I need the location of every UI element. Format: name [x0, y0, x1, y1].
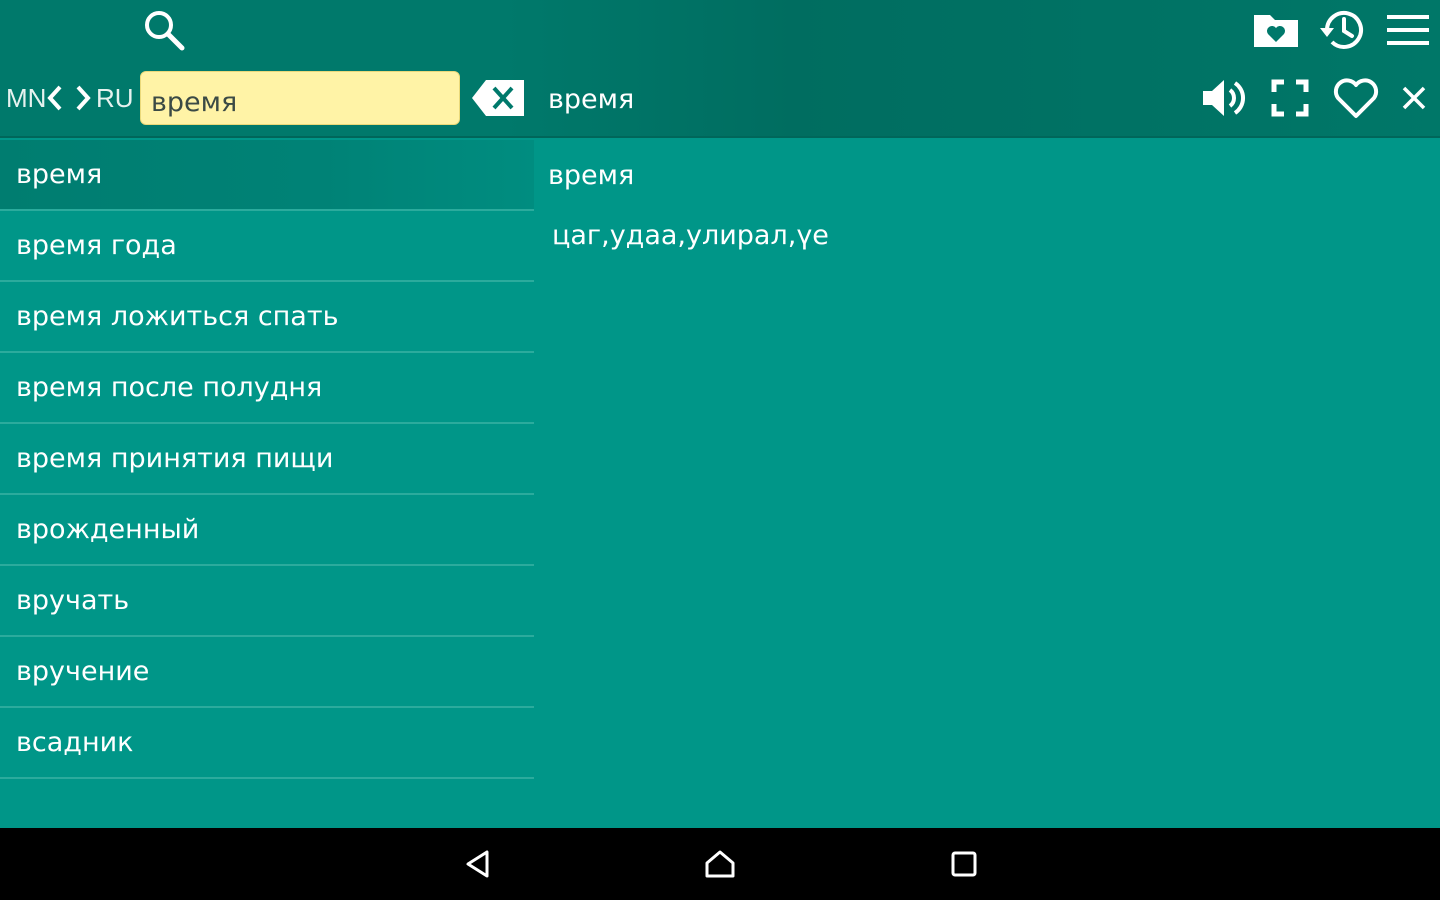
chevron-left-icon [47, 85, 62, 111]
system-navigation-bar [0, 828, 1440, 900]
translation-text: цаг,удаа,улирал,үе [552, 220, 829, 251]
word-list-item[interactable]: вручать [0, 566, 534, 637]
menu-icon [1387, 15, 1429, 45]
close-button[interactable] [1396, 78, 1432, 118]
chevron-right-icon [76, 85, 91, 111]
close-icon [1402, 86, 1426, 110]
search-icon [145, 11, 185, 51]
current-word-title: время [548, 84, 635, 115]
speaker-icon [1203, 80, 1245, 116]
favorites-folder-button[interactable] [1248, 6, 1304, 54]
target-language-label: RU [96, 83, 134, 113]
language-prev-button[interactable] [44, 82, 66, 114]
language-next-button[interactable] [72, 82, 94, 114]
search-button[interactable] [138, 6, 190, 54]
search-input[interactable] [140, 71, 460, 125]
nav-back-button[interactable] [458, 844, 498, 884]
back-icon [466, 850, 489, 878]
clear-search-button[interactable] [470, 76, 526, 120]
word-list-item[interactable]: время [0, 140, 534, 211]
nav-home-button[interactable] [700, 844, 740, 884]
translation-headword: время [548, 160, 635, 191]
menu-button[interactable] [1382, 8, 1434, 52]
backspace-clear-icon [472, 80, 524, 116]
word-list-item[interactable]: время ложиться спать [0, 282, 534, 353]
heart-icon [1333, 78, 1379, 118]
fullscreen-button[interactable] [1266, 74, 1314, 122]
app-bar: MN RU время [0, 0, 1440, 138]
nav-recent-button[interactable] [944, 844, 984, 884]
history-button[interactable] [1314, 4, 1370, 56]
fullscreen-icon [1271, 79, 1309, 117]
source-language-label: MN [6, 83, 47, 113]
recent-apps-icon [951, 851, 977, 877]
history-icon [1320, 10, 1363, 49]
word-list-item[interactable]: время года [0, 211, 534, 282]
favorites-folder-icon [1254, 15, 1298, 47]
word-list: время время года время ложиться спать вр… [0, 140, 534, 828]
translation-pane: время цаг,удаа,улирал,үе [534, 140, 1440, 828]
word-list-item[interactable]: врожденный [0, 495, 534, 566]
word-list-item[interactable]: время после полудня [0, 353, 534, 424]
home-icon [705, 850, 735, 878]
add-favorite-button[interactable] [1330, 72, 1382, 124]
word-list-item[interactable]: вручение [0, 637, 534, 708]
speak-button[interactable] [1198, 74, 1250, 122]
word-list-item[interactable]: время принятия пищи [0, 424, 534, 495]
word-list-item[interactable]: всадник [0, 708, 534, 779]
